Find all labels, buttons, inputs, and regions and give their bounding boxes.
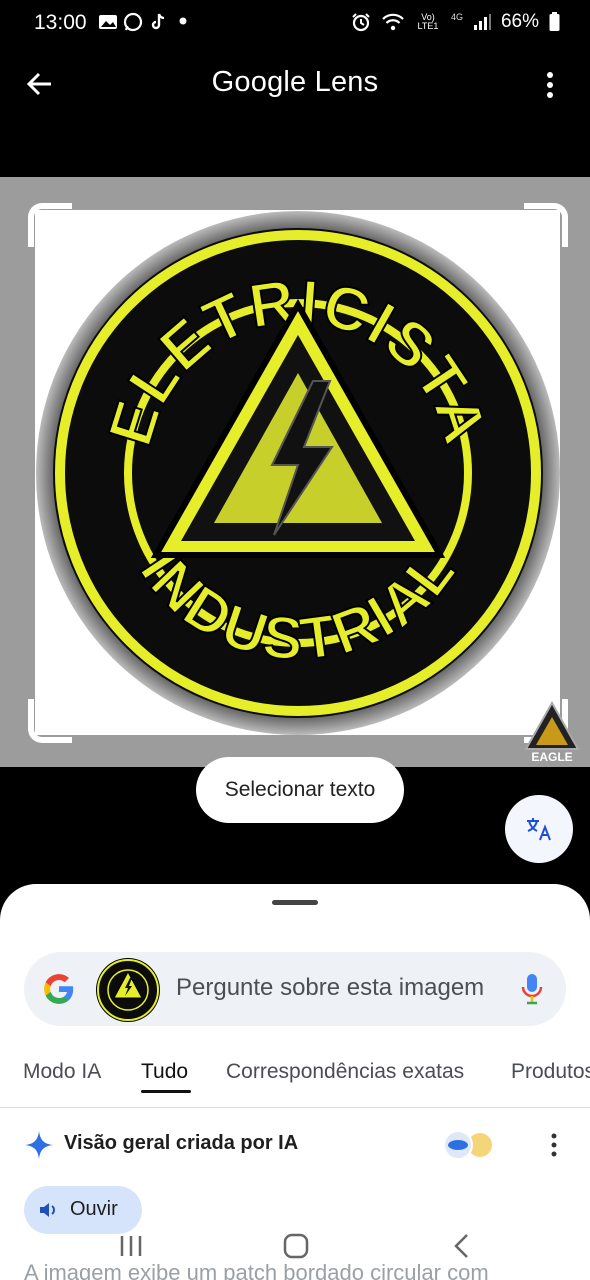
status-bar: 13:00 Vo) LTE1 4G 66%: [0, 0, 590, 46]
network-label: Vo) LTE1: [417, 12, 439, 31]
results-tabs: Modo IA Tudo Correspondências exatas Pro…: [0, 1056, 590, 1108]
home-icon[interactable]: [282, 1232, 310, 1260]
back-nav-icon[interactable]: [450, 1232, 474, 1260]
whatsapp-icon: [123, 12, 143, 32]
lens-image-area[interactable]: ELETRICISTA INDUSTRIAL EAGLE: [0, 177, 590, 767]
gallery-icon: [99, 15, 117, 29]
query-image-thumbnail[interactable]: [96, 958, 160, 1022]
sheet-drag-handle[interactable]: [272, 900, 318, 905]
signal-icon: [473, 14, 491, 30]
tabs-divider: [0, 1107, 590, 1108]
status-right: Vo) LTE1 4G 66%: [351, 11, 560, 33]
alarm-icon: [352, 13, 370, 32]
select-text-button[interactable]: Selecionar texto: [196, 757, 404, 823]
ai-sparkle-icon: [25, 1131, 53, 1159]
google-g-icon: [44, 974, 74, 1004]
tab-products[interactable]: Produtos: [511, 1060, 590, 1084]
tab-all[interactable]: Tudo: [141, 1060, 188, 1084]
app-bar: Google Lens: [0, 50, 590, 120]
search-input[interactable]: Pergunte sobre esta imagem: [176, 974, 488, 1002]
patch-thumbnail-image: [97, 959, 159, 1021]
crop-corner-top-right[interactable]: [524, 203, 568, 247]
eagle-logo: EAGLE: [524, 700, 580, 764]
ai-overview-header: Visão geral criada por IA: [0, 1130, 590, 1160]
patch-image: ELETRICISTA INDUSTRIAL: [36, 211, 560, 735]
more-options-icon[interactable]: [540, 70, 560, 100]
tab-exact-matches[interactable]: Correspondências exatas: [226, 1060, 464, 1084]
app-title: Google Lens: [211, 66, 379, 98]
translate-button[interactable]: [505, 795, 573, 863]
active-tab-indicator: [141, 1090, 191, 1093]
system-navigation-bar: [0, 1216, 590, 1280]
crop-corner-top-left[interactable]: [28, 203, 72, 247]
translate-icon: [527, 818, 551, 841]
tab-ai-mode[interactable]: Modo IA: [23, 1060, 101, 1084]
crop-corner-bottom-left[interactable]: [28, 699, 72, 743]
search-bar[interactable]: Pergunte sobre esta imagem: [24, 952, 566, 1026]
ai-overview-title: Visão geral criada por IA: [64, 1132, 299, 1154]
microphone-icon[interactable]: [520, 972, 544, 1006]
battery-percent: 66%: [500, 11, 539, 32]
svg-text:EAGLE: EAGLE: [531, 750, 572, 764]
status-time: 13:00: [34, 11, 87, 34]
notification-dot-icon: [179, 17, 187, 25]
ai-overview-menu-icon[interactable]: [548, 1132, 560, 1158]
wifi-icon: [382, 13, 404, 31]
source-favicons[interactable]: [442, 1130, 496, 1160]
network-type-label: 4G: [450, 12, 463, 22]
tiktok-icon: [151, 13, 165, 30]
recent-apps-icon[interactable]: [118, 1234, 144, 1258]
battery-icon: [549, 12, 560, 31]
